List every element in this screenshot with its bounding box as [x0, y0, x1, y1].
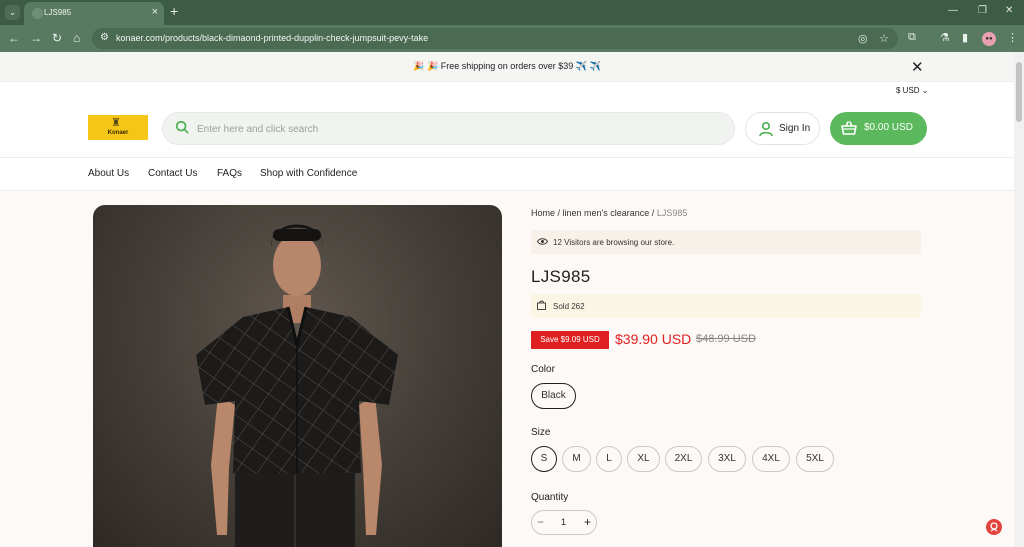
size-option-4xl[interactable]: 4XL: [752, 446, 790, 472]
search-bar[interactable]: [162, 112, 735, 145]
sign-in-button[interactable]: Sign In: [745, 112, 820, 145]
browser-tab-bar: ⌄ LJS985 × + — ❐ ✕: [0, 0, 1024, 25]
quantity-label: Quantity: [531, 492, 569, 503]
user-icon: [759, 121, 773, 137]
quantity-decrease-button[interactable]: −: [537, 515, 544, 529]
home-icon[interactable]: ⌂: [73, 31, 80, 45]
site-info-icon[interactable]: ⚙: [100, 32, 109, 43]
quantity-value[interactable]: 1: [561, 517, 566, 527]
breadcrumb: Home / linen men's clearance / LJS985: [531, 208, 688, 218]
minimize-icon[interactable]: —: [948, 5, 958, 16]
browser-menu-icon[interactable]: ⋮: [1007, 31, 1018, 44]
color-option-black[interactable]: Black: [531, 383, 576, 409]
sold-text: Sold 262: [553, 302, 585, 311]
logo-emblem-icon: ♜: [111, 117, 121, 129]
restore-icon[interactable]: ❐: [978, 5, 987, 16]
tab-title: LJS985: [44, 8, 72, 17]
sign-in-label: Sign In: [779, 123, 811, 134]
tab-close-icon[interactable]: ×: [152, 6, 158, 18]
site-header: $ USD ⌄ ♜ Konaer Sign In $0.00 USD: [0, 82, 1014, 157]
eye-icon: [537, 238, 548, 245]
size-label: Size: [531, 427, 551, 438]
breadcrumb-current: LJS985: [656, 208, 688, 218]
shopping-basket-icon: [841, 121, 857, 135]
chevron-down-icon: ⌄: [921, 86, 929, 95]
side-panel-icon[interactable]: ▮: [962, 31, 968, 44]
compare-price: $48.99 USD: [696, 333, 756, 345]
back-icon[interactable]: ←: [8, 31, 20, 45]
chat-widget-button[interactable]: [986, 519, 1002, 535]
search-input[interactable]: [197, 121, 717, 137]
size-option-s[interactable]: S: [531, 446, 557, 472]
product-photo-illustration: [196, 224, 398, 547]
profile-avatar[interactable]: ●●: [982, 32, 996, 46]
announcement-text: 🎉 🎉 Free shipping on orders over $39 ✈️ …: [413, 61, 601, 71]
browser-address-bar: ← → ↻ ⌂ ⚙ konaer.com/products/black-dima…: [0, 25, 1024, 52]
size-option-l[interactable]: L: [596, 446, 622, 472]
bookmark-star-icon[interactable]: ☆: [879, 32, 889, 45]
reload-icon[interactable]: ↻: [52, 31, 62, 45]
product-image[interactable]: [93, 205, 502, 547]
new-tab-icon[interactable]: +: [170, 3, 178, 19]
announcement-bar: 🎉 🎉 Free shipping on orders over $39 ✈️ …: [0, 52, 1014, 82]
search-icon[interactable]: [175, 120, 189, 134]
url-text: konaer.com/products/black-dimaond-printe…: [116, 33, 429, 43]
url-field[interactable]: ⚙ konaer.com/products/black-dimaond-prin…: [92, 28, 898, 49]
logo-text: Konaer: [107, 130, 129, 136]
main-nav: About Us Contact Us FAQs Shop with Confi…: [0, 157, 1014, 191]
nav-shop-with-confidence[interactable]: Shop with Confidence: [260, 168, 357, 179]
save-badge: Save $9.09 USD: [531, 331, 609, 349]
size-option-m[interactable]: M: [562, 446, 591, 472]
breadcrumb-home[interactable]: Home: [531, 208, 555, 218]
quantity-stepper: − 1 +: [531, 510, 597, 535]
scrollbar-thumb[interactable]: [1016, 62, 1022, 122]
forward-icon[interactable]: →: [30, 31, 42, 45]
cart-total: $0.00 USD: [864, 122, 913, 133]
nav-about-us[interactable]: About Us: [88, 168, 129, 179]
currency-selector[interactable]: $ USD ⌄: [896, 86, 929, 95]
cart-button[interactable]: $0.00 USD: [830, 112, 927, 145]
visitors-notice: 12 Visitors are browsing our store.: [531, 230, 921, 254]
browser-tab[interactable]: LJS985 ×: [24, 2, 164, 25]
color-label: Color: [531, 364, 555, 375]
extensions-icon[interactable]: ⧉: [908, 31, 916, 44]
tab-search-icon[interactable]: ⌄: [5, 5, 20, 20]
visitors-text: 12 Visitors are browsing our store.: [553, 238, 675, 247]
nav-contact-us[interactable]: Contact Us: [148, 168, 197, 179]
quantity-increase-button[interactable]: +: [584, 515, 591, 529]
sale-price: $39.90 USD: [615, 331, 692, 347]
page-scrollbar[interactable]: [1014, 52, 1024, 547]
tab-favicon-icon: [32, 8, 43, 19]
size-option-5xl[interactable]: 5XL: [796, 446, 834, 472]
eye-off-icon[interactable]: ◎: [858, 32, 868, 45]
breadcrumb-category[interactable]: linen men's clearance: [563, 208, 650, 218]
size-option-3xl[interactable]: 3XL: [708, 446, 746, 472]
bag-icon: [537, 300, 546, 310]
site-logo[interactable]: ♜ Konaer: [88, 115, 148, 140]
window-close-icon[interactable]: ✕: [1005, 5, 1013, 16]
product-title: LJS985: [531, 267, 591, 286]
announcement-close-icon[interactable]: ✕: [911, 58, 924, 76]
lab-icon[interactable]: ⚗: [940, 31, 950, 44]
size-option-2xl[interactable]: 2XL: [665, 446, 702, 472]
sold-count-notice: Sold 262: [531, 294, 921, 318]
nav-faqs[interactable]: FAQs: [217, 168, 242, 179]
chat-icon: [990, 522, 998, 532]
size-option-xl[interactable]: XL: [627, 446, 660, 472]
